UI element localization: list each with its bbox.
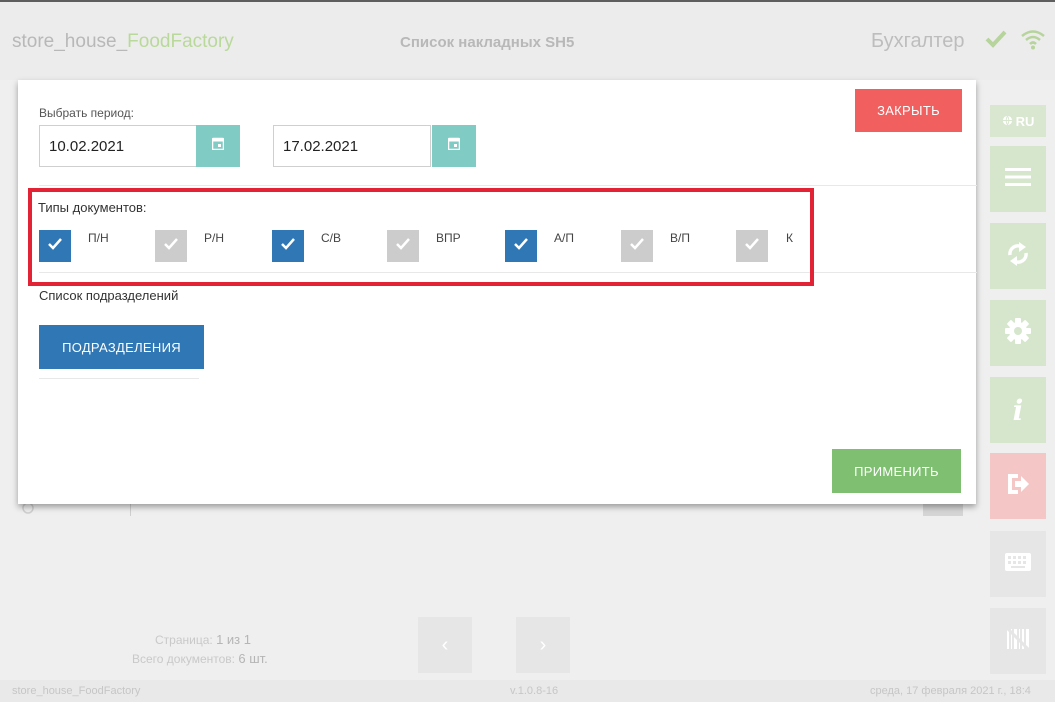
- language-button[interactable]: RU: [990, 105, 1046, 137]
- exit-button[interactable]: [990, 453, 1046, 519]
- filter-modal: Выбрать период: 10.02.2021 17.02.2021 ЗА…: [18, 80, 977, 504]
- date-from-calendar-button[interactable]: [196, 125, 240, 167]
- check-icon: [985, 30, 1007, 53]
- top-bar: store_house_FoodFactory Список накладных…: [0, 0, 1055, 80]
- documents-counter: Всего документов: 6 шт.: [132, 651, 268, 666]
- sync-icon: [1005, 239, 1031, 274]
- info-button[interactable]: i: [990, 377, 1046, 443]
- next-page-button[interactable]: ›: [516, 617, 570, 673]
- app-name-prefix: store_house_: [12, 31, 128, 52]
- info-icon: i: [1012, 393, 1024, 427]
- calendar-icon: [447, 137, 461, 155]
- chevron-right-icon: ›: [539, 633, 547, 656]
- documents-counter-value: 6 шт.: [238, 651, 268, 666]
- settings-button[interactable]: [990, 300, 1046, 366]
- footer-app-name: store_house_FoodFactory: [12, 685, 141, 697]
- sync-button[interactable]: [990, 223, 1046, 289]
- page-counter-label: Страница:: [155, 633, 213, 647]
- keyboard-icon: [1005, 552, 1031, 576]
- footer: store_house_FoodFactory v.1.0.8-16 среда…: [0, 680, 1055, 702]
- annotation-highlight-box: [28, 188, 814, 286]
- apply-button[interactable]: ПРИМЕНИТЬ: [832, 449, 961, 493]
- date-to-input[interactable]: 17.02.2021: [273, 125, 431, 167]
- app-title: store_house_FoodFactory: [12, 31, 234, 53]
- barcode-button[interactable]: [990, 608, 1046, 674]
- user-role[interactable]: Бухгалтер: [871, 30, 965, 53]
- barcode-icon: [1004, 625, 1032, 657]
- previous-page-button[interactable]: ‹: [418, 617, 472, 673]
- language-label: RU: [1015, 113, 1035, 129]
- date-to-calendar-button[interactable]: [432, 125, 476, 167]
- menu-button[interactable]: [990, 146, 1046, 212]
- page-counter-value: 1 из 1: [216, 632, 251, 647]
- app-name-accent: FoodFactory: [127, 31, 234, 52]
- units-button[interactable]: ПОДРАЗДЕЛЕНИЯ: [39, 325, 204, 369]
- footer-version: v.1.0.8-16: [510, 685, 559, 697]
- page-title: Список накладных SH5: [400, 34, 575, 51]
- date-from-input[interactable]: 10.02.2021: [39, 125, 197, 167]
- keyboard-button[interactable]: [990, 531, 1046, 597]
- period-label: Выбрать период:: [39, 106, 134, 120]
- menu-icon: [1005, 167, 1031, 192]
- divider: [39, 185, 977, 186]
- close-button[interactable]: ЗАКРЫТЬ: [855, 89, 962, 132]
- exit-icon: [1005, 471, 1031, 502]
- units-list-label: Список подразделений: [39, 288, 179, 303]
- chevron-left-icon: ‹: [441, 633, 449, 656]
- footer-date: среда, 17 февраля 2021 г., 18:4: [870, 685, 1031, 697]
- calendar-icon: [211, 137, 225, 155]
- background-list-row: [18, 502, 968, 522]
- globe-icon: [1002, 114, 1013, 129]
- wifi-icon: [1020, 28, 1046, 55]
- page-counter: Страница: 1 из 1: [155, 632, 251, 647]
- divider: [39, 378, 199, 379]
- documents-counter-label: Всего документов:: [132, 652, 236, 666]
- gear-icon: [1004, 317, 1032, 350]
